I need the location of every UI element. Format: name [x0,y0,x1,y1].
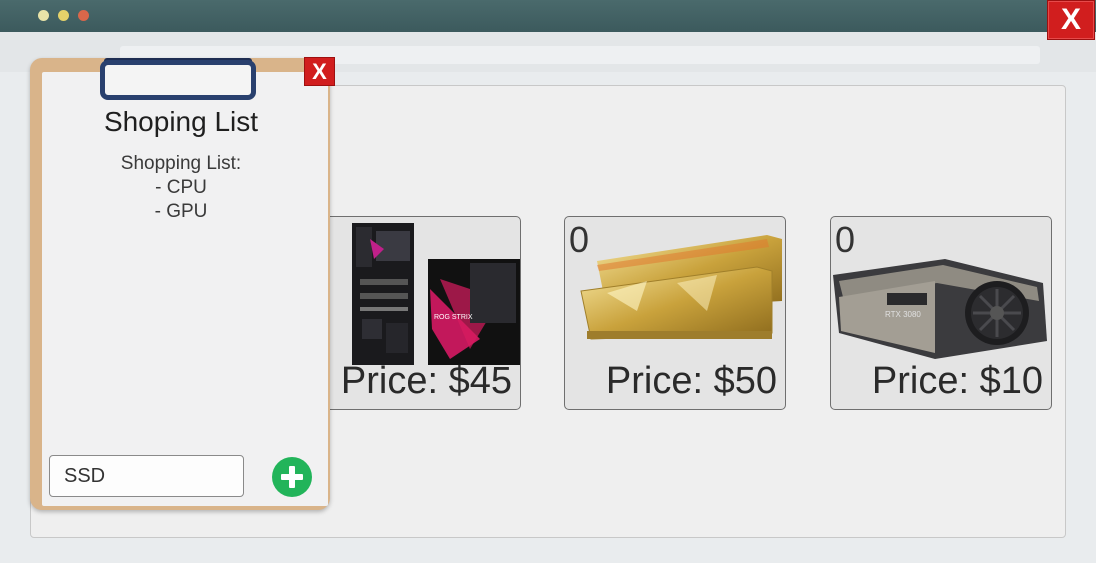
shopping-list-heading: Shopping List: [120,153,242,174]
window-dot-icon [38,10,49,21]
product-quantity: 0 [569,219,590,260]
shopping-list-item: - GPU [154,201,208,222]
product-card-ram[interactable]: 0 Price: $50 [564,216,786,410]
clipboard-close-button[interactable]: X [304,57,335,86]
motherboard-image: ROG STRIX [350,219,520,372]
shopping-list-content: Shopping List: - CPU - GPU [40,152,322,224]
shopping-list-item: - CPU [155,177,207,198]
product-card-motherboard[interactable]: ROG STRIX Price: $45 [299,216,521,410]
svg-text:ROG STRIX: ROG STRIX [434,314,473,321]
window-close-button[interactable]: X [1047,0,1095,40]
shopping-list-title: Shoping List [103,106,259,137]
clip-icon [100,60,256,100]
plus-icon [281,466,303,488]
product-price: Price: $45 [340,360,512,402]
window-dot-icon [58,10,69,21]
product-card-gpu[interactable]: RTX 3080 0 Price: $10 [830,216,1052,410]
product-price: Price: $50 [605,360,777,402]
add-item-button[interactable] [272,457,312,497]
gpu-image: RTX 3080 [831,253,1051,368]
window-dot-icon [78,10,89,21]
product-price: Price: $10 [871,360,1043,402]
item-name-input[interactable] [49,455,244,497]
product-quantity: 0 [835,219,856,260]
ram-image [567,231,785,354]
svg-text:RTX 3080: RTX 3080 [885,310,921,319]
window-titlebar [0,0,1096,32]
